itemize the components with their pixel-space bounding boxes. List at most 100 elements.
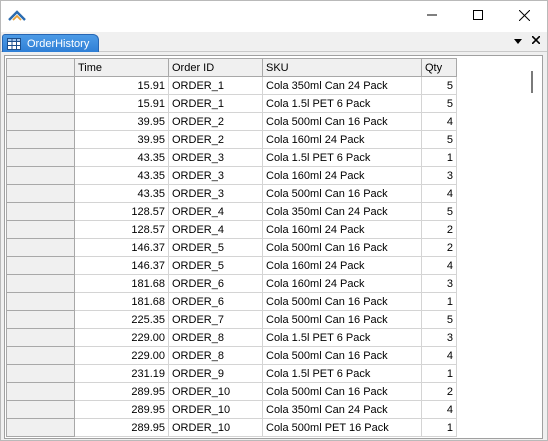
minimize-button[interactable] bbox=[409, 1, 455, 32]
cell-qty[interactable]: 2 bbox=[421, 382, 457, 401]
column-header-sku[interactable]: SKU bbox=[262, 58, 422, 77]
cell-order-id[interactable]: ORDER_10 bbox=[168, 382, 263, 401]
table-row[interactable]: 229.00 ORDER_8 Cola 1.5l PET 6 Pack 3 bbox=[6, 328, 457, 347]
cell-sku[interactable]: Cola 1.5l PET 6 Pack bbox=[262, 328, 422, 347]
cell-qty[interactable]: 1 bbox=[421, 148, 457, 167]
cell-time[interactable]: 43.35 bbox=[74, 166, 169, 185]
cell-qty[interactable]: 4 bbox=[421, 184, 457, 203]
cell-time[interactable]: 289.95 bbox=[74, 400, 169, 419]
cell-time[interactable]: 229.00 bbox=[74, 328, 169, 347]
cell-order-id[interactable]: ORDER_2 bbox=[168, 112, 263, 131]
table-row[interactable]: 289.95 ORDER_10 Cola 350ml Can 24 Pack 4 bbox=[6, 400, 457, 419]
cell-qty[interactable]: 4 bbox=[421, 256, 457, 275]
cell-order-id[interactable]: ORDER_2 bbox=[168, 130, 263, 149]
cell-order-id[interactable]: ORDER_7 bbox=[168, 310, 263, 329]
maximize-button[interactable] bbox=[455, 1, 501, 32]
cell-order-id[interactable]: ORDER_9 bbox=[168, 364, 263, 383]
table-row[interactable]: 289.95 ORDER_10 Cola 500ml PET 16 Pack 1 bbox=[6, 418, 457, 437]
cell-order-id[interactable]: ORDER_3 bbox=[168, 184, 263, 203]
cell-sku[interactable]: Cola 160ml 24 Pack bbox=[262, 274, 422, 293]
cell-order-id[interactable]: ORDER_6 bbox=[168, 292, 263, 311]
cell-sku[interactable]: Cola 350ml Can 24 Pack bbox=[262, 202, 422, 221]
cell-qty[interactable]: 4 bbox=[421, 400, 457, 419]
table-row[interactable]: 289.95 ORDER_10 Cola 500ml Can 16 Pack 2 bbox=[6, 382, 457, 401]
row-header[interactable] bbox=[6, 202, 75, 221]
cell-sku[interactable]: Cola 500ml Can 16 Pack bbox=[262, 346, 422, 365]
table-row[interactable]: 15.91 ORDER_1 Cola 350ml Can 24 Pack 5 bbox=[6, 76, 457, 95]
row-header[interactable] bbox=[6, 328, 75, 347]
cell-sku[interactable]: Cola 160ml 24 Pack bbox=[262, 256, 422, 275]
cell-sku[interactable]: Cola 160ml 24 Pack bbox=[262, 130, 422, 149]
cell-order-id[interactable]: ORDER_5 bbox=[168, 238, 263, 257]
cell-sku[interactable]: Cola 160ml 24 Pack bbox=[262, 220, 422, 239]
table-row[interactable]: 231.19 ORDER_9 Cola 1.5l PET 6 Pack 1 bbox=[6, 364, 457, 383]
tab-orderhistory[interactable]: OrderHistory bbox=[2, 34, 99, 52]
cell-time[interactable]: 181.68 bbox=[74, 274, 169, 293]
row-header[interactable] bbox=[6, 94, 75, 113]
cell-time[interactable]: 181.68 bbox=[74, 292, 169, 311]
table-row[interactable]: 39.95 ORDER_2 Cola 160ml 24 Pack 5 bbox=[6, 130, 457, 149]
column-header-order-id[interactable]: Order ID bbox=[168, 58, 263, 77]
cell-time[interactable]: 146.37 bbox=[74, 238, 169, 257]
cell-order-id[interactable]: ORDER_8 bbox=[168, 346, 263, 365]
table-row[interactable]: 39.95 ORDER_2 Cola 500ml Can 16 Pack 4 bbox=[6, 112, 457, 131]
cell-order-id[interactable]: ORDER_1 bbox=[168, 76, 263, 95]
cell-time[interactable]: 289.95 bbox=[74, 382, 169, 401]
row-header[interactable] bbox=[6, 238, 75, 257]
table-row[interactable]: 229.00 ORDER_8 Cola 500ml Can 16 Pack 4 bbox=[6, 346, 457, 365]
cell-order-id[interactable]: ORDER_6 bbox=[168, 274, 263, 293]
cell-qty[interactable]: 2 bbox=[421, 220, 457, 239]
cell-time[interactable]: 15.91 bbox=[74, 94, 169, 113]
cell-sku[interactable]: Cola 500ml Can 16 Pack bbox=[262, 112, 422, 131]
row-header[interactable] bbox=[6, 148, 75, 167]
cell-sku[interactable]: Cola 500ml Can 16 Pack bbox=[262, 310, 422, 329]
table-row[interactable]: 225.35 ORDER_7 Cola 500ml Can 16 Pack 5 bbox=[6, 310, 457, 329]
row-header[interactable] bbox=[6, 220, 75, 239]
cell-time[interactable]: 231.19 bbox=[74, 364, 169, 383]
cell-qty[interactable]: 5 bbox=[421, 94, 457, 113]
table-row[interactable]: 146.37 ORDER_5 Cola 160ml 24 Pack 4 bbox=[6, 256, 457, 275]
tab-menu-button[interactable] bbox=[511, 34, 525, 48]
row-header[interactable] bbox=[6, 400, 75, 419]
cell-order-id[interactable]: ORDER_3 bbox=[168, 148, 263, 167]
cell-qty[interactable]: 4 bbox=[421, 112, 457, 131]
cell-qty[interactable]: 2 bbox=[421, 238, 457, 257]
row-header[interactable] bbox=[6, 346, 75, 365]
cell-time[interactable]: 225.35 bbox=[74, 310, 169, 329]
row-header[interactable] bbox=[6, 382, 75, 401]
cell-sku[interactable]: Cola 1.5l PET 6 Pack bbox=[262, 94, 422, 113]
cell-qty[interactable]: 1 bbox=[421, 418, 457, 437]
vertical-scrollbar[interactable] bbox=[527, 58, 539, 438]
scrollbar-thumb[interactable] bbox=[531, 71, 533, 93]
cell-time[interactable]: 43.35 bbox=[74, 184, 169, 203]
cell-time[interactable]: 15.91 bbox=[74, 76, 169, 95]
table-row[interactable]: 15.91 ORDER_1 Cola 1.5l PET 6 Pack 5 bbox=[6, 94, 457, 113]
row-header[interactable] bbox=[6, 310, 75, 329]
cell-sku[interactable]: Cola 500ml PET 16 Pack bbox=[262, 418, 422, 437]
cell-qty[interactable]: 3 bbox=[421, 328, 457, 347]
table-row[interactable]: 43.35 ORDER_3 Cola 1.5l PET 6 Pack 1 bbox=[6, 148, 457, 167]
row-header[interactable] bbox=[6, 274, 75, 293]
column-header-time[interactable]: Time bbox=[74, 58, 169, 77]
cell-qty[interactable]: 3 bbox=[421, 166, 457, 185]
table-row[interactable]: 146.37 ORDER_5 Cola 500ml Can 16 Pack 2 bbox=[6, 238, 457, 257]
corner-header[interactable] bbox=[6, 58, 75, 77]
table-row[interactable]: 128.57 ORDER_4 Cola 160ml 24 Pack 2 bbox=[6, 220, 457, 239]
column-header-qty[interactable]: Qty bbox=[421, 58, 457, 77]
table-row[interactable]: 43.35 ORDER_3 Cola 160ml 24 Pack 3 bbox=[6, 166, 457, 185]
cell-qty[interactable]: 5 bbox=[421, 310, 457, 329]
cell-order-id[interactable]: ORDER_4 bbox=[168, 220, 263, 239]
cell-time[interactable]: 128.57 bbox=[74, 202, 169, 221]
cell-qty[interactable]: 5 bbox=[421, 76, 457, 95]
cell-sku[interactable]: Cola 500ml Can 16 Pack bbox=[262, 292, 422, 311]
cell-qty[interactable]: 1 bbox=[421, 364, 457, 383]
cell-time[interactable]: 146.37 bbox=[74, 256, 169, 275]
table-row[interactable]: 128.57 ORDER_4 Cola 350ml Can 24 Pack 5 bbox=[6, 202, 457, 221]
cell-sku[interactable]: Cola 500ml Can 16 Pack bbox=[262, 238, 422, 257]
cell-sku[interactable]: Cola 1.5l PET 6 Pack bbox=[262, 364, 422, 383]
row-header[interactable] bbox=[6, 184, 75, 203]
cell-sku[interactable]: Cola 350ml Can 24 Pack bbox=[262, 400, 422, 419]
cell-time[interactable]: 289.95 bbox=[74, 418, 169, 437]
cell-sku[interactable]: Cola 1.5l PET 6 Pack bbox=[262, 148, 422, 167]
row-header[interactable] bbox=[6, 166, 75, 185]
